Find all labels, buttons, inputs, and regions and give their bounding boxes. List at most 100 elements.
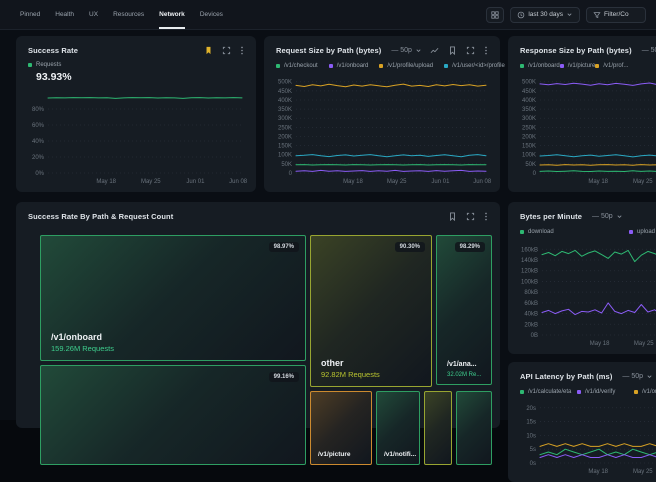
- legend-item[interactable]: /v1/prof...: [595, 63, 628, 69]
- percentile-label: — 50p: [642, 47, 656, 54]
- panel-title: API Latency by Path (ms): [520, 372, 612, 381]
- tab-ux[interactable]: UX: [89, 0, 98, 29]
- legend-item[interactable]: /v1/user/<id>/profile: [444, 63, 505, 69]
- api-latency-chart[interactable]: 20s15s10s5s0sMay 18May 25Jun 01Jun 08: [514, 399, 656, 476]
- tab-network[interactable]: Network: [159, 0, 185, 29]
- kebab-menu-icon[interactable]: [240, 46, 244, 55]
- svg-text:10s: 10s: [526, 433, 536, 439]
- legend-item[interactable]: /v1/id/verify: [577, 389, 634, 395]
- svg-text:May 25: May 25: [141, 179, 161, 185]
- success-rate-badge: 99.16%: [269, 372, 299, 382]
- svg-text:350K: 350K: [278, 107, 292, 113]
- svg-text:May 25: May 25: [634, 341, 654, 347]
- svg-text:200K: 200K: [278, 134, 292, 140]
- pin-icon[interactable]: [448, 212, 457, 221]
- svg-text:150K: 150K: [278, 144, 292, 150]
- legend-item[interactable]: /v1/calculate/eta: [520, 389, 577, 395]
- percentile-dropdown[interactable]: — 50p: [391, 47, 422, 54]
- panel-success-rate: Success Rate Requests 93.93% 0%20%40%60%…: [16, 36, 256, 192]
- panel-api-latency: API Latency by Path (ms) — 50p /v1/calcu…: [508, 362, 656, 482]
- pin-icon[interactable]: [448, 46, 457, 55]
- svg-text:5s: 5s: [530, 447, 536, 453]
- percentile-dropdown[interactable]: — 50p: [592, 213, 623, 220]
- treemap-block-small-2[interactable]: [456, 391, 492, 465]
- svg-text:300K: 300K: [278, 116, 292, 122]
- svg-text:15s: 15s: [526, 420, 536, 426]
- response-size-chart[interactable]: 050K100K150K200K250K300K350K400K450K500K…: [514, 73, 656, 186]
- percentile-dropdown[interactable]: — 50p: [642, 47, 656, 54]
- svg-text:Jun 01: Jun 01: [431, 179, 450, 185]
- grid-layout-button[interactable]: [486, 7, 504, 23]
- percentile-label: — 50p: [391, 47, 412, 54]
- expand-icon[interactable]: [466, 46, 475, 55]
- legend-label: /v1/checkout: [284, 63, 318, 69]
- legend: /v1/calculate/eta/v1/id/verify/v1/onbo..…: [508, 381, 656, 395]
- svg-text:500K: 500K: [522, 80, 536, 86]
- legend-dot: [595, 64, 599, 68]
- legend-item[interactable]: download: [520, 229, 629, 235]
- legend-item[interactable]: /v1/profile/upload: [379, 63, 433, 69]
- legend-item[interactable]: /v1/onboard: [329, 63, 369, 69]
- svg-text:450K: 450K: [278, 89, 292, 95]
- panel-title: Success Rate: [28, 46, 78, 55]
- kebab-menu-icon[interactable]: [484, 46, 488, 55]
- success-rate-chart[interactable]: 0%20%40%60%80%May 18May 25Jun 01Jun 08: [22, 87, 248, 186]
- kebab-menu-icon[interactable]: [484, 212, 488, 221]
- legend-item[interactable]: /v1/checkout: [276, 63, 318, 69]
- treemap-block-label: /v1/notifi...: [384, 451, 416, 458]
- legend-label: /v1/profile/upload: [387, 63, 433, 69]
- tab-pinned[interactable]: Pinned: [20, 0, 40, 29]
- svg-text:300K: 300K: [522, 116, 536, 122]
- treemap-block-v1-notifi[interactable]: /v1/notifi...: [376, 391, 420, 465]
- panel-request-size: Request Size by Path (bytes) — 50p /v1/c…: [264, 36, 500, 192]
- legend-item[interactable]: /v1/onbo...: [634, 389, 656, 395]
- svg-text:Jun 08: Jun 08: [229, 179, 248, 185]
- svg-text:80%: 80%: [32, 107, 45, 113]
- expand-icon[interactable]: [466, 212, 475, 221]
- nav-tabs: Pinned Health UX Resources Network Devic…: [20, 0, 223, 29]
- line-chart-svg: 0B20kB40kB60kB80kB100kB120kB140kB160kBMa…: [514, 239, 656, 348]
- legend-dot: [379, 64, 383, 68]
- svg-text:May 18: May 18: [588, 179, 608, 185]
- svg-text:May 18: May 18: [343, 179, 363, 185]
- svg-text:May 18: May 18: [590, 341, 610, 347]
- legend-item[interactable]: /v1/onboard: [520, 63, 560, 69]
- tab-resources[interactable]: Resources: [113, 0, 144, 29]
- bytes-per-minute-chart[interactable]: 0B20kB40kB60kB80kB100kB120kB140kB160kBMa…: [514, 239, 656, 348]
- percentile-dropdown[interactable]: — 50p: [622, 373, 653, 380]
- trend-icon[interactable]: [430, 46, 439, 55]
- svg-text:40kB: 40kB: [524, 312, 538, 318]
- treemap-block-second-path[interactable]: 99.16%: [40, 365, 306, 465]
- treemap-block-label: /v1/onboard: [51, 332, 102, 342]
- success-rate-badge: 98.29%: [455, 242, 485, 252]
- treemap-block-v1-picture[interactable]: /v1/picture: [310, 391, 372, 465]
- legend-dot: [444, 64, 448, 68]
- tab-devices[interactable]: Devices: [200, 0, 223, 29]
- line-chart-svg: 0%20%40%60%80%May 18May 25Jun 01Jun 08: [22, 87, 248, 186]
- line-chart-svg: 20s15s10s5s0sMay 18May 25Jun 01Jun 08: [514, 399, 656, 476]
- legend-item[interactable]: /v1/picture: [560, 63, 596, 69]
- svg-text:100kB: 100kB: [521, 279, 538, 285]
- filter-label: Filter/Co: [604, 11, 629, 18]
- expand-icon[interactable]: [222, 46, 231, 55]
- pin-icon[interactable]: [204, 46, 213, 55]
- legend: Requests: [16, 55, 256, 68]
- request-size-chart[interactable]: 050K100K150K200K250K300K350K400K450K500K…: [270, 73, 492, 186]
- filter-compare-button[interactable]: Filter/Co: [586, 7, 646, 23]
- treemap-block-v1-ana[interactable]: 98.29%/v1/ana...32.02M Re...: [436, 235, 492, 385]
- svg-text:400K: 400K: [278, 98, 292, 104]
- treemap-block-v1-onboard[interactable]: 98.97%/v1/onboard159.26M Requests: [40, 235, 306, 361]
- svg-text:0s: 0s: [530, 461, 536, 467]
- treemap-block-other[interactable]: 90.30%other92.82M Requests: [310, 235, 432, 387]
- svg-text:40%: 40%: [32, 139, 45, 145]
- clock-icon: [517, 11, 525, 19]
- svg-text:50K: 50K: [281, 162, 292, 168]
- treemap-block-request-count: 92.82M Requests: [321, 370, 380, 379]
- tab-health[interactable]: Health: [55, 0, 74, 29]
- treemap-block-small-1[interactable]: [424, 391, 452, 465]
- legend-item[interactable]: upload: [629, 229, 656, 235]
- legend-label: /v1/onboard: [528, 63, 560, 69]
- svg-text:500K: 500K: [278, 80, 292, 86]
- panel-title: Bytes per Minute: [520, 212, 582, 221]
- time-range-dropdown[interactable]: last 30 days: [510, 7, 580, 23]
